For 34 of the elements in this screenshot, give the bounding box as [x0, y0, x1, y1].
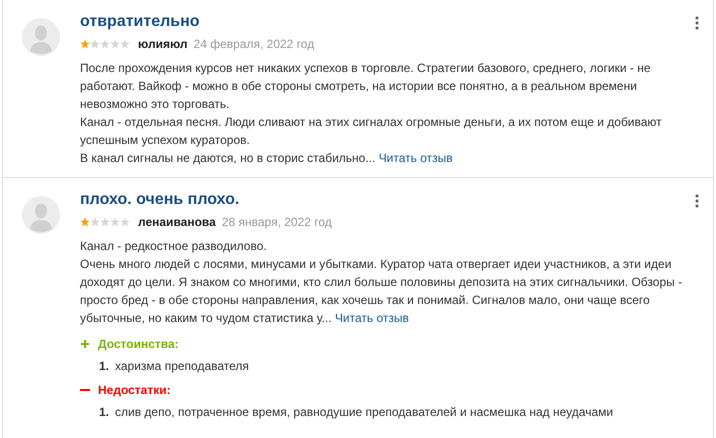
author-name[interactable]: ленаиванова: [138, 215, 216, 229]
section-heading: Достоинства:: [98, 337, 179, 351]
review-date: 24 февраля, 2022 год: [194, 37, 314, 51]
review-date: 28 января, 2022 год: [222, 215, 332, 229]
avatar-icon: [22, 196, 60, 234]
star-icon: [110, 217, 120, 227]
review-text: Канал - редкостное разводилово.: [80, 238, 268, 255]
review-title[interactable]: отвратительно: [80, 13, 687, 31]
read-more-link[interactable]: Читать отзыв: [334, 311, 409, 325]
read-more-link[interactable]: Читать отзыв: [378, 151, 453, 165]
star-icon: [90, 217, 100, 227]
item-number: 1.: [99, 405, 110, 419]
section-heading: Недостатки:: [98, 383, 171, 397]
star-icon: [80, 217, 90, 227]
star-icon: [100, 217, 110, 227]
star-icon: [80, 39, 90, 49]
review-title[interactable]: плохо. очень плохо.: [80, 191, 687, 209]
list-item: харизма преподавателя: [115, 359, 249, 373]
star-icon: [110, 39, 120, 49]
review-text: После прохождения курсов нет никаких успехов в торговле. Стратегии базового, среднего, логики - не работают. Вайкоф - можно в обе стороны смотреть, на истории все понятно, а в реальном времени невозможно это торговать.: [80, 60, 652, 113]
more-icon[interactable]: [695, 194, 699, 208]
avatar-icon: [22, 18, 60, 56]
list-item: слив депо, потраченное время, равнодушие преподавателей и насмешка над неудачами: [115, 405, 614, 419]
item-number: 1.: [99, 359, 110, 373]
star-icon: [120, 217, 130, 227]
star-icon: [120, 39, 130, 49]
review-text: Канал - отдельная песня. Люди сливают на этих сигналах огромные деньги, а их потом еще и добивают успешным успехом кураторов.: [80, 114, 663, 149]
review-text: Очень много людей с лосями, минусами и убытками. Куратор чата отвергает идеи участников, а эти идеи доходят до цели. Я знаком со многими, кто слил больше половины депозита на этих сигнальчики. Обзоры - просто бред - в обе стороны направления, как хочешь так и понимай. Сигналов мало, они чаще всего убыточные, но каким то чудом статистика у... Читать отзыв: [80, 256, 684, 327]
star-icon: [100, 39, 110, 49]
more-icon[interactable]: [695, 16, 699, 30]
author-name[interactable]: юлияюл: [138, 37, 188, 51]
review-text: В канал сигналы не даются, но в сторис стабильно... Читать отзыв: [80, 150, 454, 167]
plus-icon: [80, 339, 90, 349]
star-icon: [90, 39, 100, 49]
